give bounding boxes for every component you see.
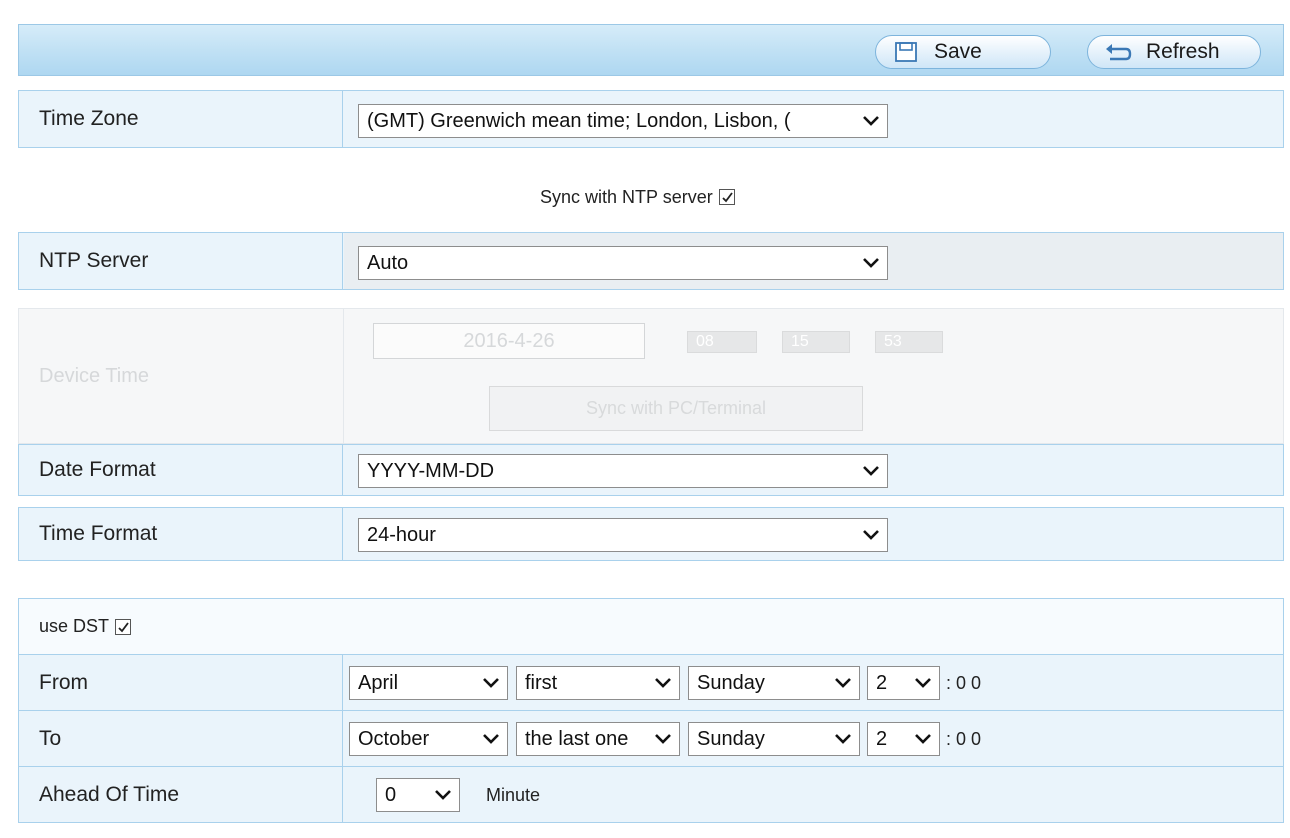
- save-label: Save: [934, 40, 982, 63]
- dst-from-label: From: [19, 655, 343, 710]
- chevron-down-icon: [479, 677, 503, 689]
- chevron-down-icon: [651, 733, 675, 745]
- dst-to-week-select[interactable]: the last one: [516, 722, 680, 756]
- time-zone-select[interactable]: (GMT) Greenwich mean time; London, Lisbo…: [358, 104, 888, 138]
- time-format-label: Time Format: [19, 508, 343, 560]
- dst-to-field: October the last one Sunday 2 : 0 0: [344, 711, 1283, 766]
- device-hour-value: 08: [696, 333, 714, 350]
- ahead-of-time-value: 0: [385, 783, 397, 806]
- time-format-select[interactable]: 24-hour: [358, 518, 888, 552]
- time-format-row: Time Format 24-hour: [18, 507, 1284, 561]
- refresh-button[interactable]: Refresh: [1087, 35, 1261, 69]
- toolbar: Save Refresh: [18, 24, 1284, 76]
- device-time-block: Device Time 2016-4-26 08 15 53 Sync with…: [18, 308, 1284, 444]
- time-zone-row: Time Zone (GMT) Greenwich mean time; Lon…: [18, 90, 1284, 148]
- dst-from-suffix: : 0 0: [946, 673, 982, 693]
- date-format-select[interactable]: YYYY-MM-DD: [358, 454, 888, 488]
- dst-to-day-select[interactable]: Sunday: [688, 722, 860, 756]
- ntp-server-field: Auto: [344, 233, 1283, 289]
- chevron-down-icon: [911, 733, 935, 745]
- device-minute-select: 15: [782, 331, 850, 353]
- chevron-down-icon: [859, 115, 883, 127]
- sync-pc-button: Sync with PC/Terminal: [489, 386, 863, 431]
- dst-to-row: To October the last one Sunday 2 : 0 0: [18, 711, 1284, 767]
- chevron-down-icon: [859, 529, 883, 541]
- dst-to-day-value: Sunday: [697, 727, 765, 750]
- device-hour-select: 08: [687, 331, 757, 353]
- time-format-value: 24-hour: [367, 523, 436, 546]
- refresh-icon: [1104, 41, 1132, 63]
- device-minute-value: 15: [791, 333, 809, 350]
- ntp-sync-line: Sync with NTP server: [540, 184, 735, 210]
- dst-from-week-value: first: [525, 671, 558, 694]
- dst-to-hour-select[interactable]: 2: [867, 722, 940, 756]
- divider: [343, 309, 344, 443]
- dst-from-hour-value: 2: [876, 671, 888, 694]
- date-format-value: YYYY-MM-DD: [367, 459, 495, 482]
- save-icon: [892, 41, 920, 63]
- refresh-label: Refresh: [1146, 40, 1220, 63]
- dst-from-day-value: Sunday: [697, 671, 765, 694]
- dst-from-week-select[interactable]: first: [516, 666, 680, 700]
- ntp-server-value: Auto: [367, 251, 409, 274]
- chevron-down-icon: [859, 465, 883, 477]
- ntp-server-label: NTP Server: [19, 233, 343, 289]
- dst-to-suffix: : 0 0: [946, 729, 982, 749]
- dst-from-month-value: April: [358, 671, 399, 694]
- chevron-down-icon: [831, 733, 855, 745]
- dst-to-hour-value: 2: [876, 727, 888, 750]
- device-second-value: 53: [884, 333, 902, 350]
- dst-from-field: April first Sunday 2 : 0 0: [344, 655, 1283, 710]
- dst-header: use DST: [18, 598, 1284, 655]
- dst-to-label: To: [19, 711, 343, 766]
- time-zone-field: (GMT) Greenwich mean time; London, Lisbo…: [344, 91, 1283, 147]
- chevron-down-icon: [831, 677, 855, 689]
- time-format-field: 24-hour: [344, 508, 1283, 560]
- dst-checkbox[interactable]: [115, 618, 132, 635]
- time-zone-value: (GMT) Greenwich mean time; London, Lisbo…: [367, 109, 791, 132]
- save-button[interactable]: Save: [875, 35, 1051, 69]
- ahead-of-time-unit: Minute: [486, 785, 541, 805]
- dst-from-month-select[interactable]: April: [349, 666, 508, 700]
- ntp-server-row: NTP Server Auto: [18, 232, 1284, 290]
- time-zone-label: Time Zone: [19, 91, 343, 147]
- dst-to-month-value: October: [358, 727, 430, 750]
- ntp-sync-checkbox[interactable]: [718, 189, 735, 205]
- dst-label: use DST: [39, 616, 110, 636]
- chevron-down-icon: [479, 733, 503, 745]
- chevron-down-icon: [911, 677, 935, 689]
- dst-from-hour-select[interactable]: 2: [867, 666, 940, 700]
- device-date-input: 2016-4-26: [373, 323, 645, 359]
- dst-to-week-value: the last one: [525, 727, 629, 750]
- date-format-row: Date Format YYYY-MM-DD: [18, 444, 1284, 496]
- device-time-label: Device Time: [39, 365, 150, 387]
- ahead-of-time-label: Ahead Of Time: [19, 767, 343, 822]
- dst-to-month-select[interactable]: October: [349, 722, 508, 756]
- dst-from-row: From April first Sunday 2 : 0 0: [18, 655, 1284, 711]
- ahead-of-time-field: 0 Minute: [344, 767, 1283, 822]
- date-format-field: YYYY-MM-DD: [344, 445, 1283, 495]
- chevron-down-icon: [859, 257, 883, 269]
- ntp-server-select[interactable]: Auto: [358, 246, 888, 280]
- ntp-sync-label: Sync with NTP server: [540, 186, 713, 207]
- ahead-of-time-select[interactable]: 0: [376, 778, 460, 812]
- device-second-select: 53: [875, 331, 943, 353]
- chevron-down-icon: [651, 677, 675, 689]
- ahead-of-time-row: Ahead Of Time 0 Minute: [18, 767, 1284, 823]
- chevron-down-icon: [431, 789, 455, 801]
- dst-from-day-select[interactable]: Sunday: [688, 666, 860, 700]
- date-format-label: Date Format: [19, 445, 343, 495]
